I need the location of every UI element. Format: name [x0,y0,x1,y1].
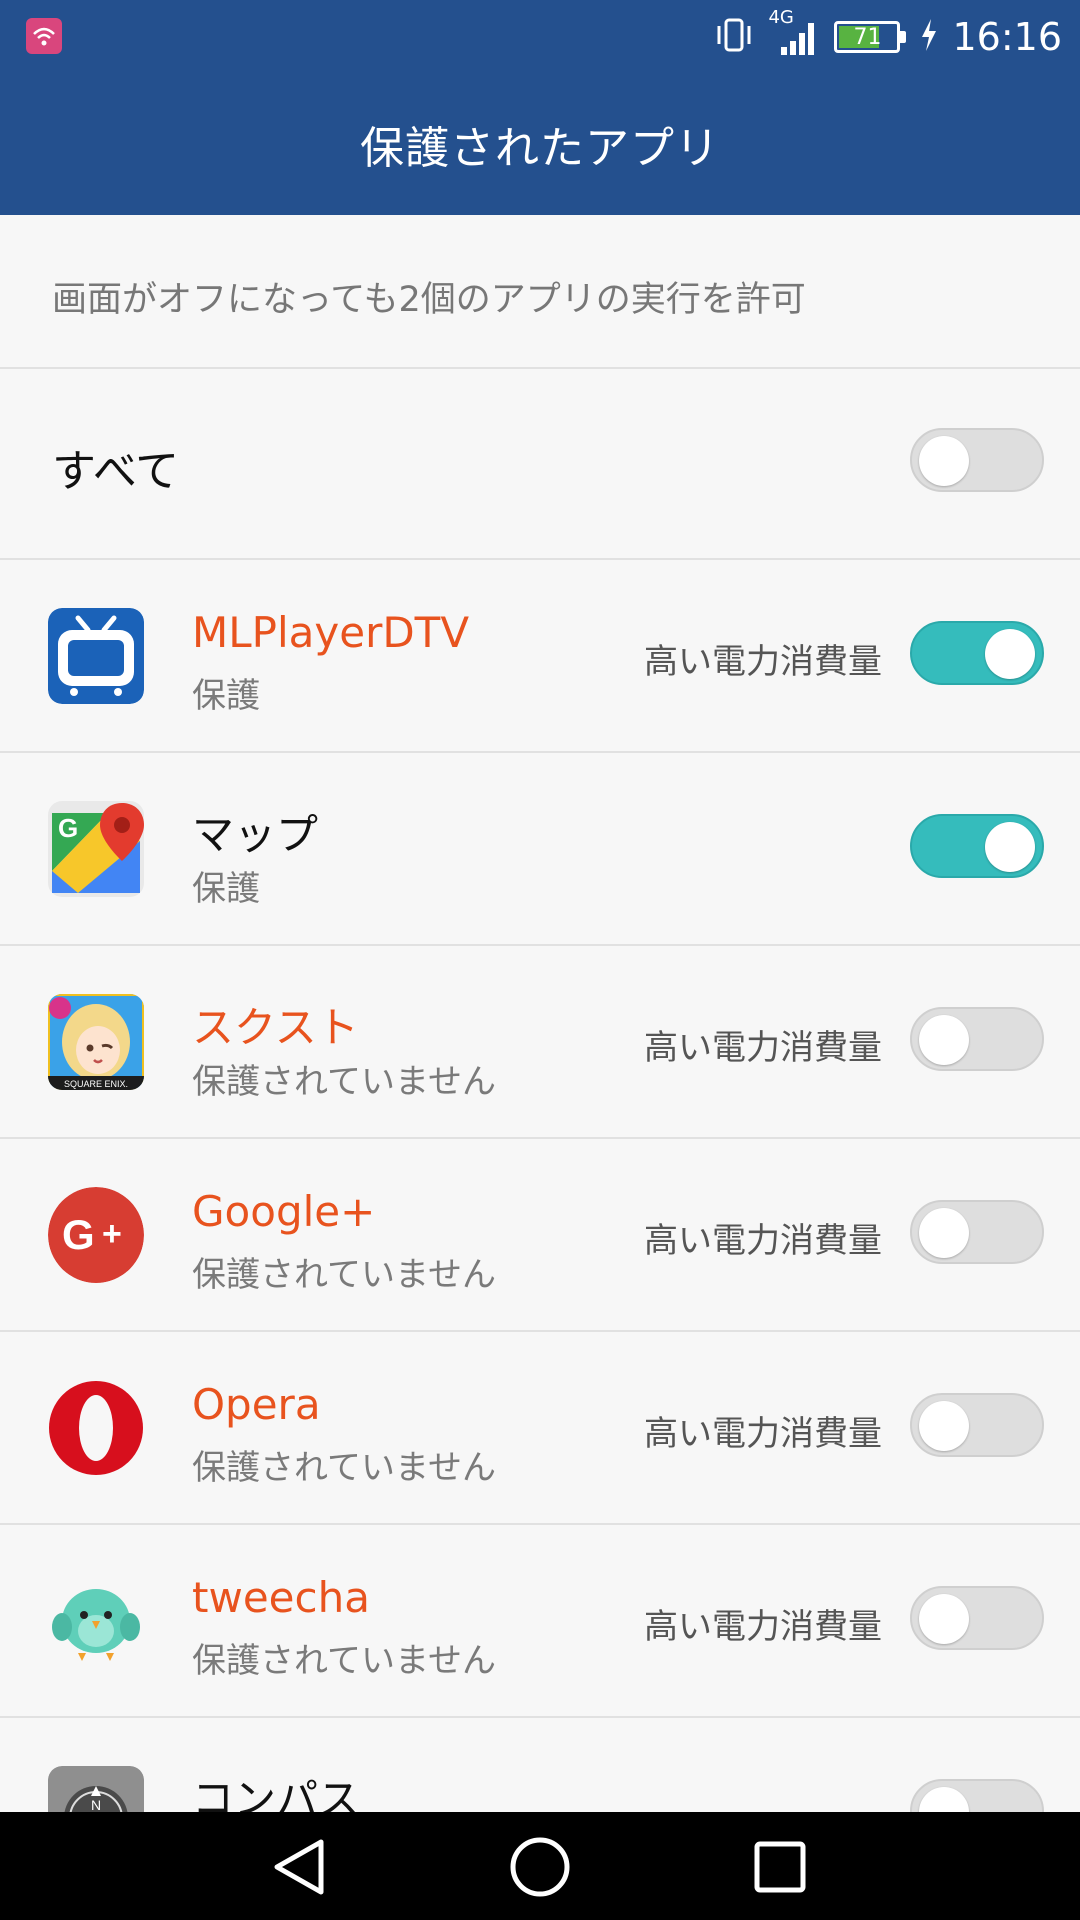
app-name: Google+ [192,1187,376,1236]
toggle-knob [919,1401,969,1451]
charging-icon [920,17,938,57]
all-apps-label: すべて [52,446,180,497]
game-icon: SQUARE ENIX. [48,994,144,1090]
home-icon[interactable] [505,1832,575,1902]
app-header: 4G 71 16:16 保護されたアプリ [0,0,1080,215]
maps-icon: G [48,801,144,897]
power-usage-label: 高い電力消費量 [644,642,882,682]
all-apps-row[interactable]: すべて [0,367,1080,560]
power-usage-label: 高い電力消費量 [644,1221,882,1261]
back-icon[interactable] [265,1832,335,1902]
toggle-knob [919,1208,969,1258]
clock: 16:16 [952,15,1062,59]
app-name: マップ [192,810,319,859]
app-status: 保護されていません [192,1062,496,1102]
opera-icon [48,1380,144,1476]
battery-level: 71 [853,24,882,50]
app-name: Opera [192,1380,321,1429]
notification-icon [26,18,62,54]
all-apps-toggle[interactable] [910,428,1044,492]
toggle-knob [919,1015,969,1065]
app-row-sukusuto[interactable]: SQUARE ENIX. スクスト 保護されていません 高い電力消費量 [0,946,1080,1139]
app-row-tweecha[interactable]: tweecha 保護されていません 高い電力消費量 [0,1525,1080,1718]
svg-text:SQUARE ENIX.: SQUARE ENIX. [64,1079,128,1089]
svg-text:G: G [62,1211,95,1258]
network-type-label: 4G [768,7,794,28]
svg-text:N: N [91,1797,101,1813]
toggle-knob [985,822,1035,872]
svg-text:+: + [102,1215,122,1253]
app-toggle-maps[interactable] [910,814,1044,878]
google-plus-icon: G + [48,1187,144,1283]
app-row-mlplayerdtv[interactable]: MLPlayerDTV 保護 高い電力消費量 [0,560,1080,753]
app-status: 保護 [192,676,260,716]
power-usage-label: 高い電力消費量 [644,1028,882,1068]
toggle-knob [919,436,969,486]
app-name: MLPlayerDTV [192,608,470,657]
protected-apps-list: すべて MLPlayerDTV 保護 高い電力消費量 G マップ 保護 SQUA… [0,367,1080,1911]
app-toggle-opera[interactable] [910,1393,1044,1457]
recents-icon[interactable] [745,1832,815,1902]
app-status: 保護 [192,869,260,909]
bird-icon [48,1573,144,1669]
description-text: 画面がオフになっても2個のアプリの実行を許可 [52,280,806,320]
app-toggle-google-plus[interactable] [910,1200,1044,1264]
tv-icon [48,608,144,704]
signal-icon: 4G [768,7,820,61]
toggle-knob [985,629,1035,679]
app-row-maps[interactable]: G マップ 保護 [0,753,1080,946]
app-toggle-mlplayerdtv[interactable] [910,621,1044,685]
vibrate-icon [714,14,754,60]
battery-icon: 71 [834,21,901,53]
app-status: 保護されていません [192,1641,496,1681]
description-section: 画面がオフになっても2個のアプリの実行を許可 [0,215,1080,369]
app-status: 保護されていません [192,1448,496,1488]
toggle-knob [919,1594,969,1644]
power-usage-label: 高い電力消費量 [644,1414,882,1454]
status-bar: 4G 71 16:16 [0,0,1080,74]
svg-text:G: G [58,813,78,843]
app-status: 保護されていません [192,1255,496,1295]
app-row-opera[interactable]: Opera 保護されていません 高い電力消費量 [0,1332,1080,1525]
navigation-bar [0,1812,1080,1920]
app-name: tweecha [192,1573,370,1622]
power-usage-label: 高い電力消費量 [644,1607,882,1647]
app-name: スクスト [192,1003,359,1052]
page-title: 保護されたアプリ [360,123,720,174]
app-toggle-tweecha[interactable] [910,1586,1044,1650]
app-row-google-plus[interactable]: G + Google+ 保護されていません 高い電力消費量 [0,1139,1080,1332]
app-toggle-sukusuto[interactable] [910,1007,1044,1071]
